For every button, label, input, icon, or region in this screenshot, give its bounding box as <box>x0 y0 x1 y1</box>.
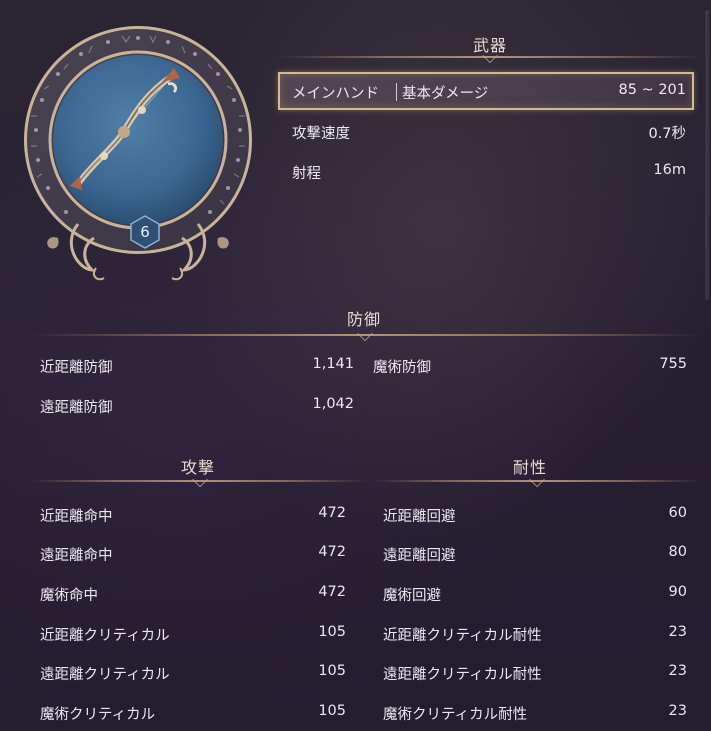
base-damage-value: 85 ~ 201 <box>618 82 687 98</box>
stat-value: 80 <box>668 544 687 560</box>
main-hand-label: メインハンド <box>292 86 379 102</box>
item-level-badge: 6 <box>130 215 160 249</box>
stat-value: 472 <box>318 505 346 521</box>
stat-value: 105 <box>318 703 346 719</box>
magic-defense-stat: 魔術防御 755 <box>373 356 687 376</box>
stat-value: 105 <box>318 624 346 640</box>
stat-value: 23 <box>668 624 687 640</box>
stat-row: 近距離命中 472 <box>40 505 346 525</box>
stat-value: 23 <box>668 703 687 719</box>
scrollbar[interactable] <box>705 10 709 300</box>
magic-defense-value: 755 <box>659 356 687 372</box>
stat-label: 遠距離クリティカル耐性 <box>383 667 542 683</box>
weapon-divider <box>278 56 702 58</box>
stat-row: 魔術クリティカル 105 <box>40 703 346 723</box>
melee-defense-stat: 近距離防御 1,141 <box>40 356 354 376</box>
magic-defense-label: 魔術防御 <box>373 360 431 376</box>
resistance-section-title: 耐性 <box>512 458 547 477</box>
stat-label: 魔術命中 <box>40 588 98 604</box>
ranged-defense-label: 遠距離防御 <box>40 400 113 416</box>
stat-row: 魔術回避 90 <box>383 584 687 604</box>
stat-row: 近距離クリティカル 105 <box>40 624 346 644</box>
stat-value: 472 <box>318 584 346 600</box>
stat-value: 472 <box>318 544 346 560</box>
attack-speed-row: 攻撃速度 0.7秒 <box>278 112 694 150</box>
stat-label: 近距離クリティカル <box>40 628 170 644</box>
stat-label: 近距離回避 <box>383 509 456 525</box>
base-damage-label: 基本ダメージ <box>402 86 489 102</box>
melee-defense-value: 1,141 <box>312 356 354 372</box>
stat-row: 近距離クリティカル耐性 23 <box>383 624 687 644</box>
attack-speed-label: 攻撃速度 <box>292 126 350 142</box>
range-label: 射程 <box>292 166 321 182</box>
stat-value: 105 <box>318 663 346 679</box>
stat-row: 近距離回避 60 <box>383 505 687 525</box>
weapon-emblem[interactable]: 6 <box>22 24 254 284</box>
ranged-defense-stat: 遠距離防御 1,042 <box>40 396 354 416</box>
melee-defense-label: 近距離防御 <box>40 360 113 376</box>
range-row: 射程 16m <box>278 152 694 190</box>
defense-divider <box>30 334 700 336</box>
stat-label: 遠距離回避 <box>383 548 456 564</box>
stat-label: 遠距離命中 <box>40 548 113 564</box>
ranged-defense-value: 1,042 <box>312 396 354 412</box>
stat-value: 60 <box>668 505 687 521</box>
resistance-divider <box>372 480 702 482</box>
stat-label: 遠距離クリティカル <box>40 667 170 683</box>
stat-row: 遠距離回避 80 <box>383 544 687 564</box>
stat-row: 遠距離クリティカル 105 <box>40 663 346 683</box>
stat-label: 近距離命中 <box>40 509 113 525</box>
stat-row: 遠距離クリティカル耐性 23 <box>383 663 687 683</box>
attack-divider <box>30 480 370 482</box>
stat-row: 遠距離命中 472 <box>40 544 346 564</box>
attack-speed-value: 0.7秒 <box>648 126 686 142</box>
stat-row: 魔術命中 472 <box>40 584 346 604</box>
range-value: 16m <box>653 162 686 178</box>
stat-label: 近距離クリティカル耐性 <box>383 628 542 644</box>
stat-label: 魔術クリティカル耐性 <box>383 707 528 723</box>
stat-value: 23 <box>668 663 687 679</box>
character-stats-panel: 6 武器 メインハンド 基本ダメージ 85 ~ 201 攻撃速度 0.7秒 射程… <box>0 0 711 731</box>
stat-value: 90 <box>668 584 687 600</box>
stat-row: 魔術クリティカル耐性 23 <box>383 703 687 723</box>
separator <box>396 83 397 101</box>
stat-label: 魔術回避 <box>383 588 441 604</box>
main-hand-row[interactable]: メインハンド 基本ダメージ 85 ~ 201 <box>278 72 694 110</box>
stat-label: 魔術クリティカル <box>40 707 156 723</box>
item-level-value: 6 <box>140 223 150 241</box>
